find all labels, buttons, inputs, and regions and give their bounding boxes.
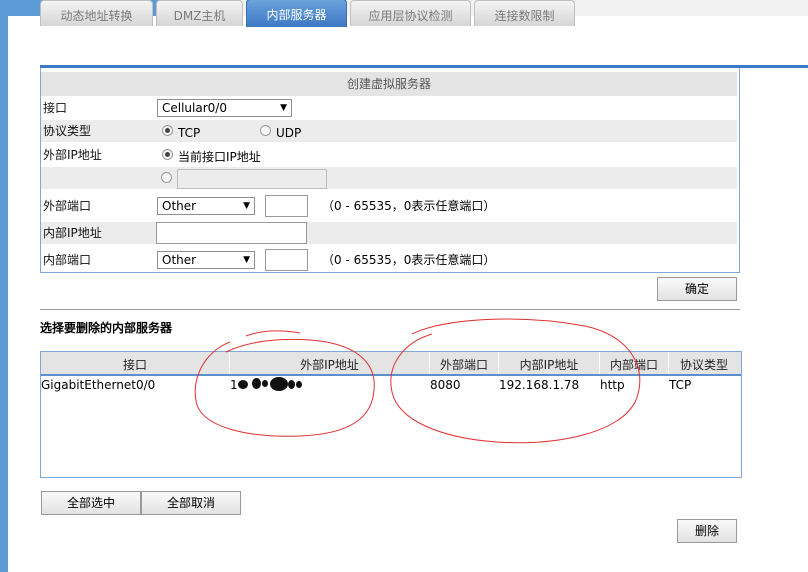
ext-port-select-value: Other [162, 199, 197, 213]
interface-select-value: Cellular0/0 [162, 101, 227, 115]
int-port-select-value: Other [162, 253, 197, 267]
protocol-udp-label: UDP [276, 126, 302, 140]
cell-ext-ip: 1 [230, 378, 238, 392]
cell-protocol: TCP [669, 378, 692, 392]
col-header-ext-port: 外部端口 [439, 358, 488, 372]
int-port-label: 内部端口 [43, 253, 92, 267]
ext-ip-row: 外部IP地址 [41, 144, 737, 166]
int-ip-input[interactable] [156, 222, 307, 244]
ext-port-select[interactable]: Other ▼ [157, 197, 255, 215]
tab-dmz-host[interactable]: DMZ主机 [156, 0, 243, 26]
ext-ip-label: 外部IP地址 [43, 148, 102, 162]
interface-select[interactable]: Cellular0/0 ▼ [157, 99, 292, 117]
chevron-down-icon: ▼ [243, 201, 250, 211]
ext-ip-custom-radio[interactable] [161, 172, 172, 183]
tab-alg-detection[interactable]: 应用层协议检测 [350, 0, 471, 26]
col-header-int-ip: 内部IP地址 [519, 358, 579, 372]
int-port-hint: （0 - 65535，0表示任意端口） [322, 253, 496, 267]
chevron-down-icon: ▼ [280, 103, 287, 113]
ext-ip-current-label: 当前接口IP地址 [178, 150, 261, 164]
ext-ip-current-radio[interactable] [162, 149, 173, 160]
protocol-row: 协议类型 [41, 120, 737, 142]
tab-internal-server[interactable]: 内部服务器 [246, 0, 347, 27]
delete-section-title: 选择要删除的内部服务器 [40, 321, 173, 335]
form-title: 创建虚拟服务器 [41, 72, 737, 96]
protocol-udp-radio[interactable] [260, 125, 271, 136]
interface-label: 接口 [43, 101, 68, 115]
confirm-button[interactable]: 确定 [657, 277, 737, 301]
cell-int-ip: 192.168.1.78 [499, 378, 580, 392]
ext-ip-custom-row [41, 167, 737, 189]
col-header-interface: 接口 [122, 358, 147, 372]
ext-port-input[interactable] [265, 195, 308, 217]
protocol-label: 协议类型 [43, 124, 92, 138]
int-port-select[interactable]: Other ▼ [157, 251, 255, 269]
cell-ext-port: 8080 [430, 378, 461, 392]
int-ip-row: 内部IP地址 [41, 222, 737, 244]
cell-int-port: http [600, 378, 625, 392]
deselect-all-button[interactable]: 全部取消 [141, 491, 241, 515]
ext-port-label: 外部端口 [43, 199, 92, 213]
col-header-protocol: 协议类型 [679, 358, 728, 372]
tab-dynamic-nat[interactable]: 动态地址转换 [40, 0, 153, 26]
select-all-button[interactable]: 全部选中 [41, 491, 141, 515]
int-ip-label: 内部IP地址 [43, 226, 102, 240]
tab-connection-limit[interactable]: 连接数限制 [474, 0, 575, 26]
int-port-input[interactable] [265, 249, 308, 271]
interface-row: 接口 [41, 97, 737, 119]
ext-port-hint: （0 - 65535，0表示任意端口） [322, 199, 496, 213]
left-frame-strip [0, 16, 8, 572]
delete-button[interactable]: 删除 [677, 519, 737, 543]
col-header-int-port: 内部端口 [609, 358, 658, 372]
section-divider [40, 309, 740, 310]
col-header-ext-ip: 外部IP地址 [300, 358, 359, 372]
protocol-tcp-radio[interactable] [162, 125, 173, 136]
chevron-down-icon: ▼ [243, 255, 250, 265]
ext-ip-custom-input[interactable] [177, 169, 327, 189]
table-header-underline [41, 374, 741, 376]
cell-interface: GigabitEthernet0/0 [41, 378, 156, 392]
protocol-tcp-label: TCP [178, 126, 201, 140]
